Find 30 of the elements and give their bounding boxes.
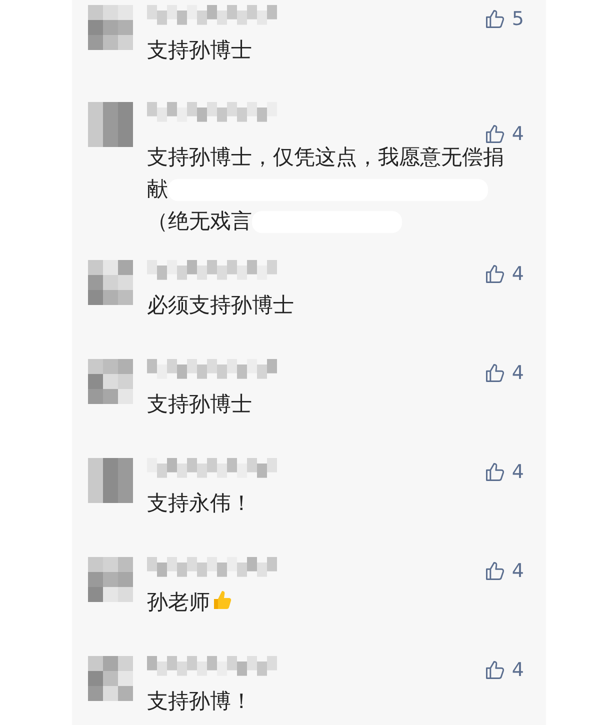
avatar: [88, 260, 133, 305]
avatar: [88, 102, 133, 147]
comment-text: 支持永伟！: [147, 490, 252, 514]
comment-text: 必须支持孙博士: [147, 292, 294, 316]
like-count: 4: [512, 361, 524, 386]
thumbs-up-icon[interactable]: [484, 362, 506, 384]
comment-text: 孙老师: [147, 590, 210, 614]
thumbs-up-icon[interactable]: [484, 263, 506, 286]
comment-text: 献: [147, 176, 168, 200]
thumbs-up-icon[interactable]: [484, 8, 506, 30]
comment-text: 支持孙博士: [147, 38, 252, 62]
like-count: 4: [512, 460, 524, 485]
avatar: [88, 458, 133, 503]
thumbs-up-icon[interactable]: [484, 659, 506, 682]
avatar: [88, 359, 133, 404]
like-count: 5: [512, 7, 524, 32]
comment-text: （绝无戏言: [147, 208, 252, 232]
avatar: [88, 656, 133, 701]
comment-text: 支持孙博士，仅凭这点，我愿意无偿捐: [147, 144, 504, 168]
thumbs-up-icon[interactable]: [484, 461, 506, 484]
comment-text: 支持孙博士: [147, 392, 252, 416]
avatar: [88, 5, 133, 50]
like-count: 4: [512, 262, 524, 287]
thumbs-up-icon[interactable]: [484, 123, 506, 146]
thumbs-up-icon[interactable]: [484, 560, 506, 582]
like-count: 4: [512, 559, 524, 584]
like-count: 4: [512, 658, 524, 683]
like-count: 4: [512, 122, 524, 147]
comment-text: 支持孙博！: [147, 688, 252, 712]
avatar: [88, 557, 133, 602]
